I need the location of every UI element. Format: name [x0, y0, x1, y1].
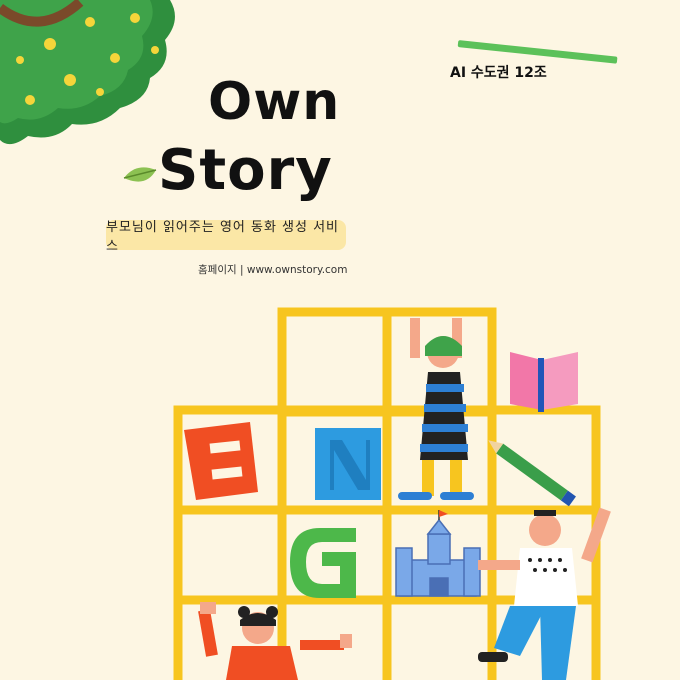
castle-icon	[395, 510, 481, 597]
letter-e-block	[184, 422, 258, 500]
poster: Own Story 부모님이 읽어주는 영어 동화 생성 서비스 홈페이지 | …	[0, 0, 680, 680]
child-figure-right	[478, 507, 611, 680]
shelf-illustration	[173, 307, 611, 680]
pencil-icon	[488, 440, 576, 507]
child-figure-bottom	[198, 602, 352, 680]
letter-n-block	[315, 428, 381, 500]
letter-g-block	[290, 528, 356, 598]
open-book-icon	[510, 352, 578, 412]
